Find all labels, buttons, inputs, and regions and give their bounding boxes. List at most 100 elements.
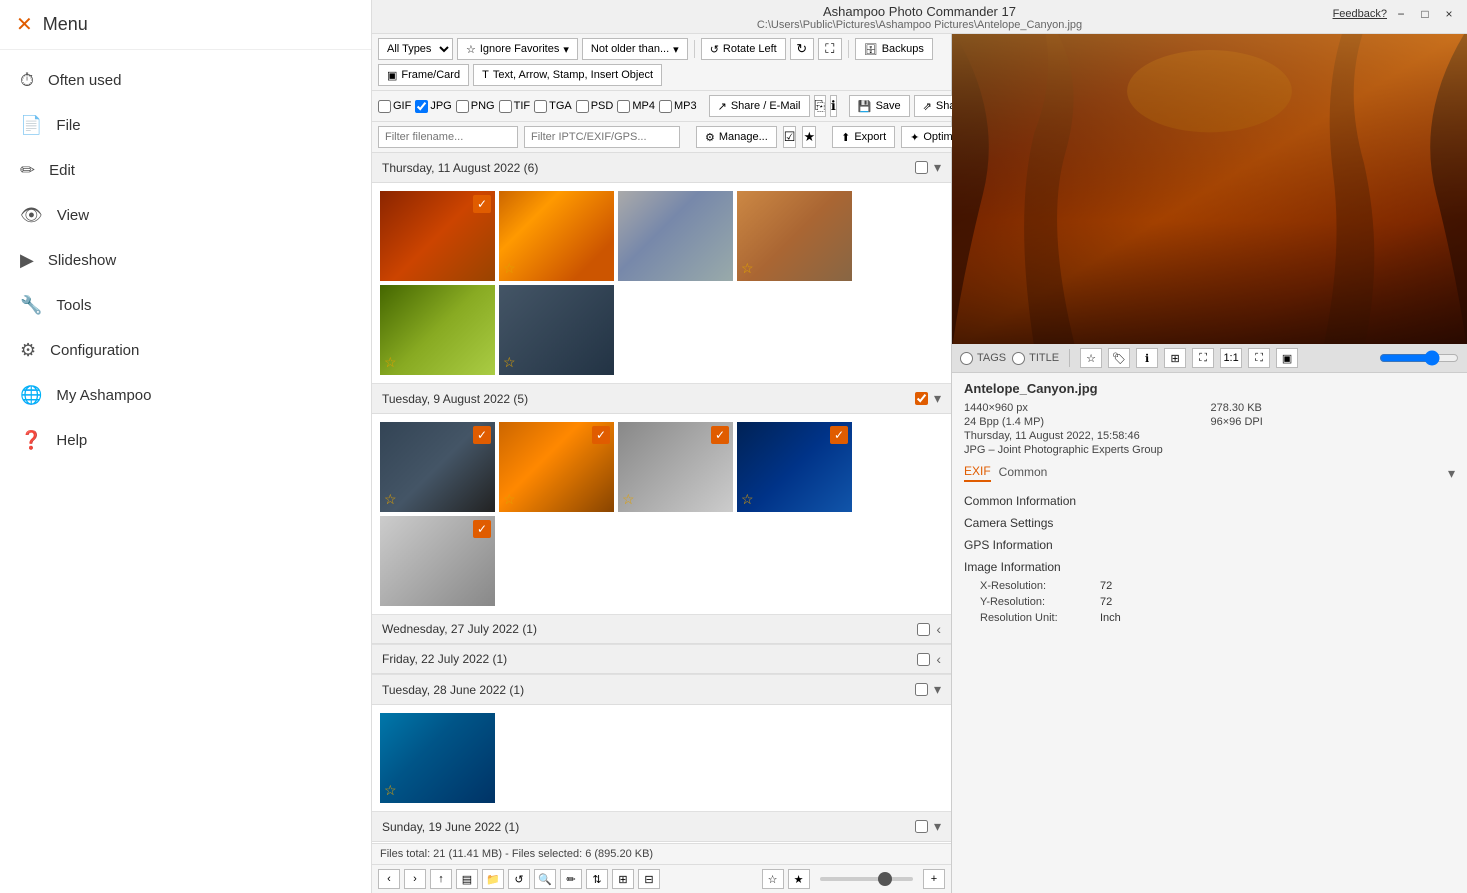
gallery-scroll[interactable]: Thursday, 11 August 2022 (6)▾✓☆☆☆☆Tuesda… xyxy=(372,153,951,843)
preview-screen-btn[interactable]: ▣ xyxy=(1276,348,1298,368)
file-type-select[interactable]: All Types xyxy=(378,38,453,60)
frame-card-btn[interactable]: ▣ Frame/Card xyxy=(378,64,469,86)
expand-btn[interactable]: ‹ xyxy=(936,651,941,667)
group-checkbox[interactable] xyxy=(917,653,930,666)
exif-tab[interactable]: EXIF xyxy=(964,464,991,482)
save-btn[interactable]: 💾 Save xyxy=(849,95,910,117)
group-checkbox[interactable] xyxy=(915,820,928,833)
filter-iptc-input[interactable] xyxy=(524,126,680,148)
nav-sort-btn[interactable]: ⇅ xyxy=(586,869,608,889)
group-checkbox[interactable] xyxy=(915,683,928,696)
text-arrow-btn[interactable]: T Text, Arrow, Stamp, Insert Object xyxy=(473,64,662,86)
tif-checkbox-label[interactable]: TIF xyxy=(499,100,531,113)
preview-star-btn[interactable]: ☆ xyxy=(1080,348,1102,368)
thumbnail[interactable]: ☆ xyxy=(380,285,495,375)
expand-btn[interactable]: ▾ xyxy=(934,818,941,835)
psd-checkbox[interactable] xyxy=(576,100,589,113)
star-icon-btn[interactable]: ★ xyxy=(802,126,816,148)
preview-info-btn[interactable]: ℹ xyxy=(1136,348,1158,368)
screen-btn[interactable]: ⛶ xyxy=(818,38,842,60)
thumbnail[interactable]: ☆ xyxy=(737,191,852,281)
preview-actual-btn[interactable]: 1:1 xyxy=(1220,348,1242,368)
thumbnail[interactable]: ✓☆ xyxy=(737,422,852,512)
ignore-favorites-btn[interactable]: ☆ Ignore Favorites ▾ xyxy=(457,38,578,60)
psd-checkbox-label[interactable]: PSD xyxy=(576,100,614,113)
filter-filename-input[interactable] xyxy=(378,126,518,148)
zoom-slider-thumb[interactable] xyxy=(878,872,892,886)
expand-btn[interactable]: ‹ xyxy=(936,621,941,637)
manage-btn[interactable]: ⚙ Manage... xyxy=(696,126,777,148)
nav-view-btn[interactable]: ▤ xyxy=(456,869,478,889)
tga-checkbox-label[interactable]: TGA xyxy=(534,100,572,113)
expand-btn[interactable]: ▾ xyxy=(934,159,941,176)
group-checkbox[interactable] xyxy=(915,161,928,174)
thumbnail[interactable]: ☆ xyxy=(380,713,495,803)
jpg-checkbox-label[interactable]: JPG xyxy=(415,100,451,113)
tif-checkbox[interactable] xyxy=(499,100,512,113)
tags-radio[interactable] xyxy=(960,352,973,365)
common-information-item[interactable]: Common Information xyxy=(964,490,1455,512)
feedback-link[interactable]: Feedback? xyxy=(1333,8,1387,20)
minimize-button[interactable]: − xyxy=(1391,6,1411,22)
title-radio[interactable] xyxy=(1012,352,1025,365)
checkbox-icon-btn[interactable]: ☑ xyxy=(783,126,797,148)
nav-star-btn[interactable]: ☆ xyxy=(762,869,784,889)
expand-btn[interactable]: ▾ xyxy=(934,681,941,698)
preview-grid-btn[interactable]: ⊞ xyxy=(1164,348,1186,368)
thumbnail[interactable]: ✓☆ xyxy=(618,422,733,512)
info-btn[interactable]: ℹ xyxy=(830,95,837,117)
nav-up-btn[interactable]: ↑ xyxy=(430,869,452,889)
nav-search-btn[interactable]: 🔍 xyxy=(534,869,556,889)
thumbnail[interactable]: ✓☆ xyxy=(380,422,495,512)
nav-forward-btn[interactable]: › xyxy=(404,869,426,889)
maximize-button[interactable]: □ xyxy=(1415,6,1435,22)
share-email-btn[interactable]: ↗ Share / E-Mail xyxy=(709,95,810,117)
nav-grid-btn[interactable]: ⊞ xyxy=(612,869,634,889)
gif-checkbox-label[interactable]: GIF xyxy=(378,100,411,113)
common-tab[interactable]: Common xyxy=(999,465,1048,481)
mp4-checkbox-label[interactable]: MP4 xyxy=(617,100,655,113)
close-menu-icon[interactable]: ✕ xyxy=(16,12,33,37)
tga-checkbox[interactable] xyxy=(534,100,547,113)
thumbnail[interactable]: ☆ xyxy=(499,285,614,375)
preview-fit-btn[interactable]: ⛶ xyxy=(1192,348,1214,368)
export-btn[interactable]: ⬆ Export xyxy=(832,126,895,148)
gps-information-item[interactable]: GPS Information xyxy=(964,534,1455,556)
backups-btn[interactable]: 🗄 Backups xyxy=(855,38,933,60)
thumbnail[interactable]: ☆ xyxy=(499,191,614,281)
mp3-checkbox[interactable] xyxy=(659,100,672,113)
rotate-right-btn[interactable]: ↻ xyxy=(790,38,814,60)
camera-settings-item[interactable]: Camera Settings xyxy=(964,512,1455,534)
expand-btn[interactable]: ▾ xyxy=(934,390,941,407)
nav-grid2-btn[interactable]: ⊟ xyxy=(638,869,660,889)
rotate-left-btn[interactable]: ↺ Rotate Left xyxy=(701,38,786,60)
group-checkbox[interactable] xyxy=(915,392,928,405)
sidebar-item-edit[interactable]: ✏ Edit xyxy=(0,148,371,193)
sidebar-item-often-used[interactable]: ⏱ Often used xyxy=(0,58,371,103)
image-information-item[interactable]: Image Information xyxy=(964,556,1455,578)
png-checkbox-label[interactable]: PNG xyxy=(456,100,495,113)
group-checkbox[interactable] xyxy=(917,623,930,636)
thumbnail[interactable] xyxy=(618,191,733,281)
sidebar-item-slideshow[interactable]: ▶ Slideshow xyxy=(0,238,371,283)
sidebar-item-my-ashampoo[interactable]: 🌐 My Ashampoo xyxy=(0,373,371,418)
zoom-slider-track[interactable] xyxy=(820,877,914,881)
thumbnail[interactable]: ✓ xyxy=(380,191,495,281)
thumbnail[interactable]: ✓☆ xyxy=(499,422,614,512)
preview-full-btn[interactable]: ⛶ xyxy=(1248,348,1270,368)
exif-expand-icon[interactable]: ▾ xyxy=(1448,465,1455,482)
jpg-checkbox[interactable] xyxy=(415,100,428,113)
nav-edit-btn[interactable]: ✏ xyxy=(560,869,582,889)
preview-zoom-slider[interactable] xyxy=(1379,350,1459,366)
mp3-checkbox-label[interactable]: MP3 xyxy=(659,100,697,113)
preview-tag-btn[interactable]: 🏷 xyxy=(1108,348,1130,368)
mp4-checkbox[interactable] xyxy=(617,100,630,113)
sidebar-item-configuration[interactable]: ⚙ Configuration xyxy=(0,328,371,373)
not-older-than-btn[interactable]: Not older than... ▾ xyxy=(582,38,688,60)
close-button[interactable]: × xyxy=(1439,6,1459,22)
sidebar-item-tools[interactable]: 🔧 Tools xyxy=(0,283,371,328)
thumbnail[interactable]: ✓ xyxy=(380,516,495,606)
tags-tab[interactable]: TAGS xyxy=(960,352,1006,365)
nav-folder-btn[interactable]: 📁 xyxy=(482,869,504,889)
gif-checkbox[interactable] xyxy=(378,100,391,113)
